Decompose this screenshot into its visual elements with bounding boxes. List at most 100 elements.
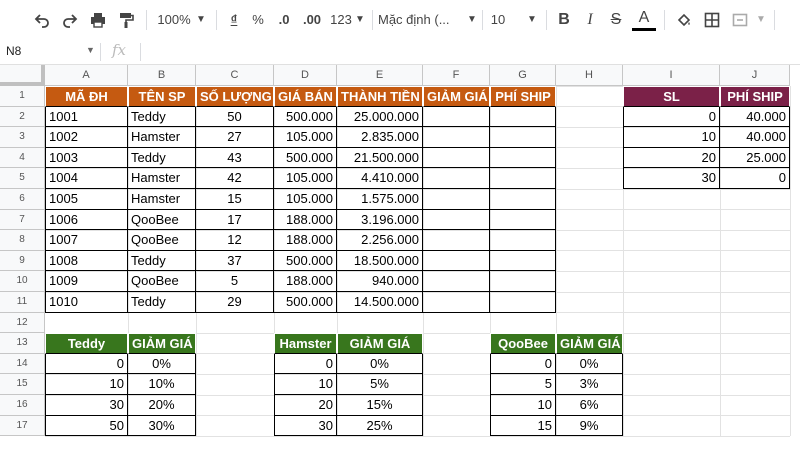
chevron-down-icon[interactable]: ▼ [526,8,538,32]
orders-cell[interactable]: 14.500.000 [337,292,423,313]
chevron-down-icon[interactable]: ▼ [86,45,95,55]
orders-cell[interactable]: 2.835.000 [337,127,423,148]
orders-cell[interactable]: 105.000 [274,127,337,148]
orders-header-cell[interactable]: SỐ LƯỢNG [196,86,274,107]
discount-rate-cell[interactable]: 0% [556,353,623,375]
orders-cell[interactable]: 1001 [45,106,128,128]
chevron-down-icon[interactable]: ▼ [354,8,366,32]
orders-cell[interactable]: 29 [196,292,274,313]
orders-cell[interactable]: 1.575.000 [337,189,423,210]
column-header[interactable]: E [337,65,423,86]
orders-cell[interactable]: 188.000 [274,230,337,251]
paint-format-icon[interactable] [114,8,138,32]
discount-threshold-cell[interactable]: 0 [490,353,556,375]
column-header[interactable]: H [556,65,623,86]
orders-cell[interactable]: 50 [196,106,274,128]
orders-cell[interactable]: QooBee [128,230,196,251]
orders-cell[interactable]: 1002 [45,127,128,148]
discount-rate-cell[interactable]: 20% [128,395,196,416]
ship-cell[interactable]: 20 [623,147,720,169]
orders-cell-empty[interactable] [423,250,490,272]
column-header[interactable]: A [45,65,128,86]
row-header[interactable]: 3 [0,127,45,148]
formula-input[interactable] [142,40,792,64]
zoom-select[interactable]: 100% [154,8,194,32]
chevron-down-icon[interactable]: ▼ [466,8,478,32]
discount-rate-cell[interactable]: 25% [337,415,423,437]
orders-header-cell[interactable]: TÊN SP [128,86,196,107]
orders-cell[interactable]: 1003 [45,147,128,169]
discount-threshold-cell[interactable]: 30 [45,395,128,416]
row-header[interactable]: 5 [0,168,45,189]
row-header[interactable]: 2 [0,106,45,128]
orders-cell-empty[interactable] [423,147,490,169]
orders-cell-empty[interactable] [423,271,490,292]
discount-threshold-cell[interactable]: 5 [490,374,556,395]
orders-cell[interactable]: 3.196.000 [337,209,423,231]
orders-cell[interactable]: 12 [196,230,274,251]
column-header[interactable]: D [274,65,337,86]
discount-rate-cell[interactable]: 6% [556,395,623,416]
print-icon[interactable] [86,8,110,32]
orders-cell[interactable]: 1006 [45,209,128,231]
orders-cell-empty[interactable] [423,189,490,210]
merge-cells-icon[interactable] [728,8,752,32]
row-header[interactable]: 7 [0,209,45,231]
discount-header-cell[interactable]: Teddy [45,333,128,354]
discount-threshold-cell[interactable]: 10 [45,374,128,395]
orders-cell-empty[interactable] [490,147,556,169]
orders-cell-empty[interactable] [423,127,490,148]
row-header[interactable]: 16 [0,395,45,416]
orders-cell[interactable]: Teddy [128,147,196,169]
select-all-corner[interactable] [0,65,45,86]
row-header[interactable]: 6 [0,189,45,210]
ship-cell[interactable]: 40.000 [720,106,790,128]
orders-cell[interactable]: 1010 [45,292,128,313]
orders-cell[interactable]: 1009 [45,271,128,292]
orders-cell-empty[interactable] [423,106,490,128]
orders-cell[interactable]: 188.000 [274,271,337,292]
orders-cell[interactable]: 105.000 [274,168,337,189]
discount-rate-cell[interactable]: 15% [337,395,423,416]
text-color-button[interactable]: A [632,8,656,31]
discount-header-cell[interactable]: GIẢM GIÁ [337,333,423,354]
orders-cell[interactable]: 1008 [45,250,128,272]
orders-cell[interactable]: 500.000 [274,147,337,169]
orders-cell[interactable]: 27 [196,127,274,148]
orders-cell-empty[interactable] [490,127,556,148]
row-header[interactable]: 4 [0,147,45,169]
discount-rate-cell[interactable]: 30% [128,415,196,437]
discount-rate-cell[interactable]: 5% [337,374,423,395]
orders-cell[interactable]: 1005 [45,189,128,210]
discount-rate-cell[interactable]: 10% [128,374,196,395]
orders-cell[interactable]: 21.500.000 [337,147,423,169]
name-box[interactable]: N8 [6,44,94,58]
orders-cell[interactable]: Teddy [128,106,196,128]
row-header[interactable]: 12 [0,312,45,334]
orders-cell[interactable]: 17 [196,209,274,231]
orders-cell-empty[interactable] [490,106,556,128]
row-header[interactable]: 10 [0,271,45,292]
discount-threshold-cell[interactable]: 15 [490,415,556,437]
fill-color-icon[interactable] [672,8,696,32]
font-family-select[interactable]: Mặc định (... [378,8,466,32]
discount-threshold-cell[interactable]: 0 [45,353,128,375]
orders-cell-empty[interactable] [490,292,556,313]
orders-header-cell[interactable]: THÀNH TIỀN [337,86,423,107]
orders-header-cell[interactable]: GIÁ BÁN [274,86,337,107]
orders-cell[interactable]: 500.000 [274,292,337,313]
orders-cell[interactable]: 5 [196,271,274,292]
discount-rate-cell[interactable]: 0% [337,353,423,375]
orders-cell[interactable]: 15 [196,189,274,210]
row-header[interactable]: 9 [0,250,45,272]
orders-cell[interactable]: Hamster [128,189,196,210]
strikethrough-button[interactable]: S [606,8,626,32]
orders-cell[interactable]: Hamster [128,168,196,189]
discount-header-cell[interactable]: Hamster [274,333,337,354]
orders-cell-empty[interactable] [423,209,490,231]
row-header[interactable]: 13 [0,333,45,354]
orders-cell[interactable]: 940.000 [337,271,423,292]
discount-header-cell[interactable]: GIẢM GIÁ [556,333,623,354]
orders-cell[interactable]: 1004 [45,168,128,189]
orders-cell-empty[interactable] [423,292,490,313]
